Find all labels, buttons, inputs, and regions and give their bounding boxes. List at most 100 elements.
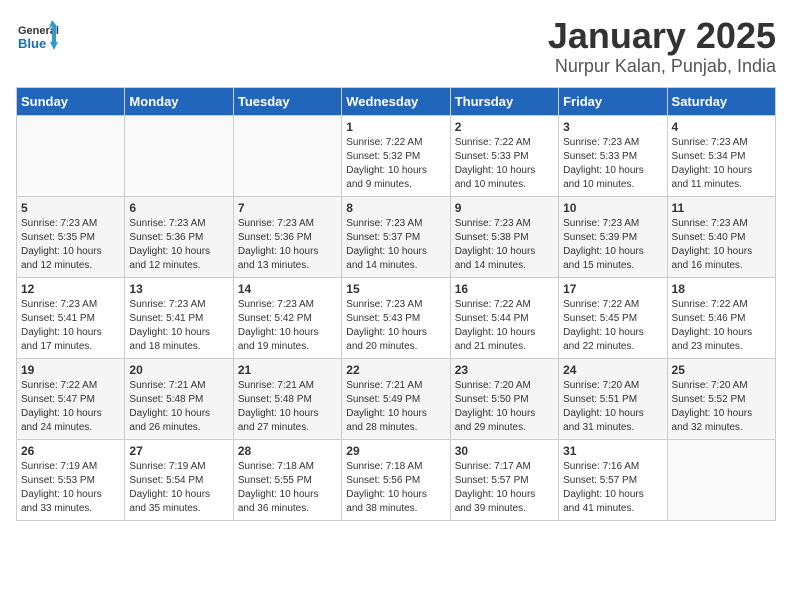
day-number: 13 — [129, 282, 228, 296]
calendar-cell: 21Sunrise: 7:21 AM Sunset: 5:48 PM Dayli… — [233, 358, 341, 439]
day-number: 20 — [129, 363, 228, 377]
day-info: Sunrise: 7:18 AM Sunset: 5:55 PM Dayligh… — [238, 460, 337, 516]
day-info: Sunrise: 7:20 AM Sunset: 5:52 PM Dayligh… — [672, 379, 771, 435]
weekday-header-friday: Friday — [559, 87, 667, 115]
day-info: Sunrise: 7:23 AM Sunset: 5:38 PM Dayligh… — [455, 217, 554, 273]
day-info: Sunrise: 7:23 AM Sunset: 5:34 PM Dayligh… — [672, 136, 771, 192]
day-info: Sunrise: 7:23 AM Sunset: 5:43 PM Dayligh… — [346, 298, 445, 354]
day-info: Sunrise: 7:22 AM Sunset: 5:33 PM Dayligh… — [455, 136, 554, 192]
calendar-cell: 13 Sunrise: 7:23 AM Sunset: 5:41 PM Dayli… — [125, 277, 233, 358]
day-number: 1 — [346, 120, 445, 134]
calendar-cell: 14Sunrise: 7:23 AM Sunset: 5:42 PM Dayli… — [233, 277, 341, 358]
day-number: 14 — [238, 282, 337, 296]
weekday-header-saturday: Saturday — [667, 87, 775, 115]
calendar-cell: 29 Sunrise: 7:18 AM Sunset: 5:56 PM Dayli… — [342, 439, 450, 520]
calendar-cell — [667, 439, 775, 520]
day-number: 16 — [455, 282, 554, 296]
day-number: 9 — [455, 201, 554, 215]
day-info: Sunrise: 7:23 AM Sunset: 5:36 PM Dayligh… — [238, 217, 337, 273]
calendar-cell — [233, 115, 341, 196]
calendar-cell: 24Sunrise: 7:20 AM Sunset: 5:51 PM Dayli… — [559, 358, 667, 439]
calendar-cell: 10Sunrise: 7:23 AM Sunset: 5:39 PM Dayli… — [559, 196, 667, 277]
day-number: 12 — [21, 282, 120, 296]
calendar-cell: 6 Sunrise: 7:23 AM Sunset: 5:36 PM Daylig… — [125, 196, 233, 277]
logo: General Blue — [16, 16, 60, 60]
calendar-cell: 20 Sunrise: 7:21 AM Sunset: 5:48 PM Dayli… — [125, 358, 233, 439]
day-number: 2 — [455, 120, 554, 134]
day-info: Sunrise: 7:22 AM Sunset: 5:46 PM Dayligh… — [672, 298, 771, 354]
day-info: Sunrise: 7:23 AM Sunset: 5:35 PM Dayligh… — [21, 217, 120, 273]
title-block: January 2025 Nurpur Kalan, Punjab, India — [548, 16, 776, 77]
calendar-cell: 11 Sunrise: 7:23 AM Sunset: 5:40 PM Dayli… — [667, 196, 775, 277]
calendar-cell: 17 Sunrise: 7:22 AM Sunset: 5:45 PM Dayli… — [559, 277, 667, 358]
day-number: 11 — [672, 201, 771, 215]
day-number: 17 — [563, 282, 662, 296]
day-number: 25 — [672, 363, 771, 377]
day-number: 23 — [455, 363, 554, 377]
calendar-cell: 8Sunrise: 7:23 AM Sunset: 5:37 PM Daylig… — [342, 196, 450, 277]
day-info: Sunrise: 7:19 AM Sunset: 5:53 PM Dayligh… — [21, 460, 120, 516]
calendar-cell: 5 Sunrise: 7:23 AM Sunset: 5:35 PM Daylig… — [17, 196, 125, 277]
location-title: Nurpur Kalan, Punjab, India — [548, 56, 776, 77]
day-info: Sunrise: 7:23 AM Sunset: 5:39 PM Dayligh… — [563, 217, 662, 273]
calendar-cell: 31 Sunrise: 7:16 AM Sunset: 5:57 PM Dayli… — [559, 439, 667, 520]
calendar-cell: 28Sunrise: 7:18 AM Sunset: 5:55 PM Dayli… — [233, 439, 341, 520]
day-info: Sunrise: 7:23 AM Sunset: 5:36 PM Dayligh… — [129, 217, 228, 273]
day-number: 6 — [129, 201, 228, 215]
weekday-header-sunday: Sunday — [17, 87, 125, 115]
day-info: Sunrise: 7:21 AM Sunset: 5:48 PM Dayligh… — [238, 379, 337, 435]
day-info: Sunrise: 7:23 AM Sunset: 5:33 PM Dayligh… — [563, 136, 662, 192]
day-number: 15 — [346, 282, 445, 296]
calendar-table: SundayMondayTuesdayWednesdayThursdayFrid… — [16, 87, 776, 521]
day-info: Sunrise: 7:22 AM Sunset: 5:47 PM Dayligh… — [21, 379, 120, 435]
weekday-header-tuesday: Tuesday — [233, 87, 341, 115]
calendar-cell: 15 Sunrise: 7:23 AM Sunset: 5:43 PM Dayli… — [342, 277, 450, 358]
weekday-header-monday: Monday — [125, 87, 233, 115]
day-number: 18 — [672, 282, 771, 296]
day-number: 27 — [129, 444, 228, 458]
svg-text:Blue: Blue — [18, 36, 46, 51]
page-header: General Blue January 2025 Nurpur Kalan, … — [16, 16, 776, 77]
weekday-header-wednesday: Wednesday — [342, 87, 450, 115]
day-info: Sunrise: 7:23 AM Sunset: 5:37 PM Dayligh… — [346, 217, 445, 273]
day-info: Sunrise: 7:23 AM Sunset: 5:41 PM Dayligh… — [21, 298, 120, 354]
day-number: 19 — [21, 363, 120, 377]
day-info: Sunrise: 7:19 AM Sunset: 5:54 PM Dayligh… — [129, 460, 228, 516]
calendar-cell: 3 Sunrise: 7:23 AM Sunset: 5:33 PM Daylig… — [559, 115, 667, 196]
day-info: Sunrise: 7:23 AM Sunset: 5:40 PM Dayligh… — [672, 217, 771, 273]
calendar-cell: 22 Sunrise: 7:21 AM Sunset: 5:49 PM Dayli… — [342, 358, 450, 439]
day-info: Sunrise: 7:17 AM Sunset: 5:57 PM Dayligh… — [455, 460, 554, 516]
calendar-cell: 12 Sunrise: 7:23 AM Sunset: 5:41 PM Dayli… — [17, 277, 125, 358]
day-number: 5 — [21, 201, 120, 215]
day-info: Sunrise: 7:20 AM Sunset: 5:51 PM Dayligh… — [563, 379, 662, 435]
day-number: 7 — [238, 201, 337, 215]
calendar-cell: 9 Sunrise: 7:23 AM Sunset: 5:38 PM Daylig… — [450, 196, 558, 277]
calendar-cell: 2 Sunrise: 7:22 AM Sunset: 5:33 PM Daylig… — [450, 115, 558, 196]
day-info: Sunrise: 7:18 AM Sunset: 5:56 PM Dayligh… — [346, 460, 445, 516]
day-info: Sunrise: 7:23 AM Sunset: 5:41 PM Dayligh… — [129, 298, 228, 354]
day-number: 31 — [563, 444, 662, 458]
calendar-cell: 30 Sunrise: 7:17 AM Sunset: 5:57 PM Dayli… — [450, 439, 558, 520]
calendar-cell: 4 Sunrise: 7:23 AM Sunset: 5:34 PM Daylig… — [667, 115, 775, 196]
calendar-cell: 27 Sunrise: 7:19 AM Sunset: 5:54 PM Dayli… — [125, 439, 233, 520]
weekday-header-thursday: Thursday — [450, 87, 558, 115]
day-number: 29 — [346, 444, 445, 458]
day-info: Sunrise: 7:21 AM Sunset: 5:48 PM Dayligh… — [129, 379, 228, 435]
day-info: Sunrise: 7:22 AM Sunset: 5:44 PM Dayligh… — [455, 298, 554, 354]
day-info: Sunrise: 7:16 AM Sunset: 5:57 PM Dayligh… — [563, 460, 662, 516]
day-number: 22 — [346, 363, 445, 377]
day-number: 30 — [455, 444, 554, 458]
day-number: 4 — [672, 120, 771, 134]
day-info: Sunrise: 7:22 AM Sunset: 5:32 PM Dayligh… — [346, 136, 445, 192]
calendar-cell: 19 Sunrise: 7:22 AM Sunset: 5:47 PM Dayli… — [17, 358, 125, 439]
day-info: Sunrise: 7:21 AM Sunset: 5:49 PM Dayligh… — [346, 379, 445, 435]
calendar-cell — [17, 115, 125, 196]
logo-svg: General Blue — [16, 16, 60, 60]
calendar-cell: 26Sunrise: 7:19 AM Sunset: 5:53 PM Dayli… — [17, 439, 125, 520]
day-info: Sunrise: 7:22 AM Sunset: 5:45 PM Dayligh… — [563, 298, 662, 354]
calendar-cell: 18 Sunrise: 7:22 AM Sunset: 5:46 PM Dayli… — [667, 277, 775, 358]
calendar-cell: 23Sunrise: 7:20 AM Sunset: 5:50 PM Dayli… — [450, 358, 558, 439]
calendar-cell: 25 Sunrise: 7:20 AM Sunset: 5:52 PM Dayli… — [667, 358, 775, 439]
month-title: January 2025 — [548, 16, 776, 56]
day-number: 3 — [563, 120, 662, 134]
